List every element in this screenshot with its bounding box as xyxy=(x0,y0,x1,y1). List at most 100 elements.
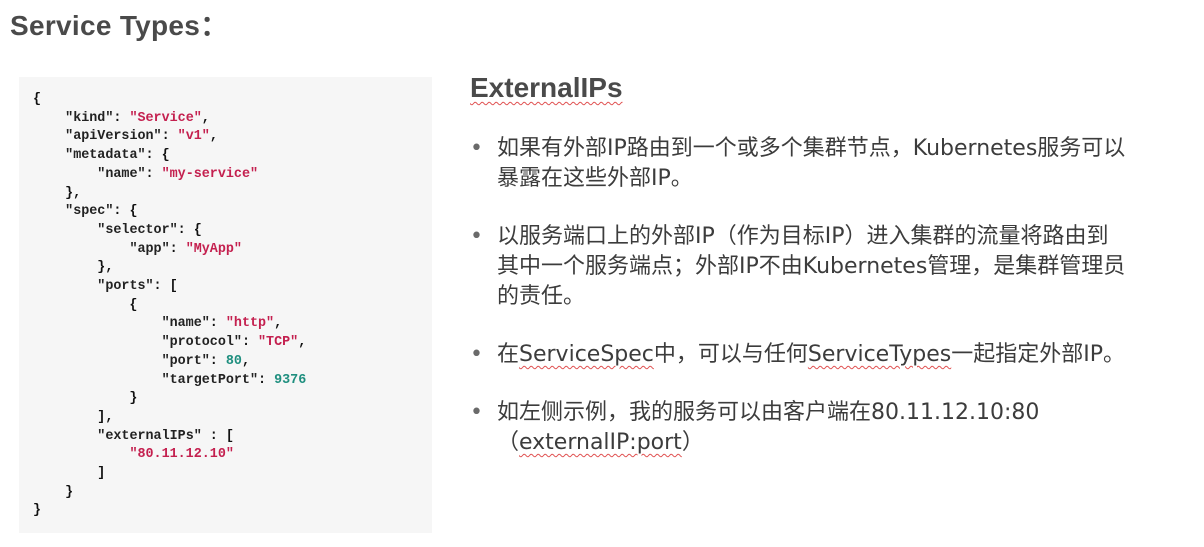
code-token: "my-service" xyxy=(161,166,259,182)
code-line: "app": "MyApp" xyxy=(33,241,306,260)
bullet-text-line: 以服务端口上的外部IP（作为目标IP）进入集群的流量将路由到 xyxy=(497,224,1109,249)
bullet-item: • 以服务端口上的外部IP（作为目标IP）进入集群的流量将路由到 其中一个服务端点；… xyxy=(470,222,1190,312)
code-token: : xyxy=(161,129,178,145)
code-token: } xyxy=(33,391,138,407)
code-token: "name" xyxy=(161,316,210,332)
code-token: { xyxy=(33,92,42,107)
code-line: ], xyxy=(33,409,306,428)
bullet-text-line: 如左侧示例，我的服务可以由客户端在80.11.12.10:80 xyxy=(497,400,1040,425)
code-token: : { xyxy=(177,222,202,238)
code-token: "ports" xyxy=(97,279,154,295)
code-token: : xyxy=(241,335,259,351)
json-code-block: { "kind": "Service", "apiVersion": "v1",… xyxy=(33,91,306,521)
code-line: } xyxy=(33,502,306,521)
code-token: "http" xyxy=(225,316,275,332)
code-token: , xyxy=(209,129,218,145)
code-token: }, xyxy=(33,260,114,276)
code-line: "name": "http", xyxy=(33,315,306,334)
bullet-item: • 如果有外部IP路由到一个或多个集群节点，Kubernetes服务可以 暴露在这些… xyxy=(470,134,1190,194)
code-token: "MyApp" xyxy=(185,241,242,257)
code-token: "metadata" xyxy=(65,148,146,164)
code-line: "apiVersion": "v1", xyxy=(33,128,306,147)
bullet-dot-icon: • xyxy=(470,224,483,249)
code-token: , xyxy=(274,316,283,332)
code-token: "protocol" xyxy=(161,335,242,351)
code-token: "Service" xyxy=(129,110,202,126)
code-token: "80.11.12.10" xyxy=(129,447,234,463)
code-token: "apiVersion" xyxy=(65,129,162,145)
slide-title: Service Types： xyxy=(10,10,229,41)
bullet-dot-icon: • xyxy=(470,136,483,161)
code-line: "name": "my-service" xyxy=(33,166,306,185)
bullet-dot-icon: • xyxy=(470,342,483,367)
code-line: "selector": { xyxy=(33,222,306,241)
code-token: ], xyxy=(33,409,114,425)
code-line: "kind": "Service", xyxy=(33,110,306,129)
code-token: : xyxy=(209,353,226,369)
bullet-text-line: 暴露在这些外部IP。 xyxy=(497,166,693,191)
bullet-item: • 在ServiceSpec中，可以与任何ServiceTypes一起指定外部IP… xyxy=(470,340,1190,370)
code-line: "80.11.12.10" xyxy=(33,446,306,465)
code-token: : [ xyxy=(153,279,178,295)
code-token: } xyxy=(33,503,42,519)
code-token: , xyxy=(298,335,307,351)
section-heading: ExternalIPs xyxy=(470,72,623,103)
code-token: "externalIPs" xyxy=(97,428,202,444)
code-token: "port" xyxy=(161,353,210,369)
code-line: "ports": [ xyxy=(33,278,306,297)
bullet-text-line: 其中一个服务端点；外部IP不由Kubernetes管理，是集群管理员 xyxy=(497,254,1126,279)
code-line: "targetPort": 9376 xyxy=(33,372,307,391)
bullet-dot-icon: • xyxy=(470,400,483,425)
code-token: : [ xyxy=(201,428,234,444)
code-token: }, xyxy=(33,185,82,201)
code-token: : { xyxy=(113,204,138,220)
code-line: } xyxy=(33,390,306,409)
bullet-text-line: （externalIP:port） xyxy=(497,430,704,455)
code-token: } xyxy=(33,484,74,500)
code-token: "targetPort" xyxy=(161,372,259,388)
code-line: } xyxy=(33,484,306,503)
code-token: "spec" xyxy=(65,204,114,220)
code-line: "port": 80, xyxy=(33,353,306,372)
code-token: "selector" xyxy=(97,222,178,238)
bullet-text-line: 在ServiceSpec中，可以与任何ServiceTypes一起指定外部IP。 xyxy=(497,342,1125,367)
code-line: ] xyxy=(33,465,306,484)
code-line: { xyxy=(33,91,306,110)
bullet-text-line: 的责任。 xyxy=(497,284,586,309)
code-token: "v1" xyxy=(177,129,210,145)
bullet-text-line: 如果有外部IP路由到一个或多个集群节点，Kubernetes服务可以 xyxy=(497,136,1126,161)
code-line: "spec": { xyxy=(33,203,306,222)
code-token: 9376 xyxy=(274,372,307,388)
code-line: }, xyxy=(33,185,306,204)
code-token: 80 xyxy=(225,353,242,369)
code-token: : xyxy=(209,316,226,332)
code-token: : xyxy=(258,372,275,388)
code-line: }, xyxy=(33,259,306,278)
bullet-list: • 如果有外部IP路由到一个或多个集群节点，Kubernetes服务可以 暴露在这些… xyxy=(470,134,1190,486)
code-token: : xyxy=(113,110,130,126)
code-token: "TCP" xyxy=(258,335,299,351)
code-line: "externalIPs" : [ xyxy=(33,428,306,447)
bullet-item: • 如左侧示例，我的服务可以由客户端在80.11.12.10:80 （externa… xyxy=(470,398,1190,458)
code-token: : xyxy=(169,241,186,257)
code-token: , xyxy=(241,353,250,369)
code-example-box: { "kind": "Service", "apiVersion": "v1",… xyxy=(19,77,432,533)
code-token: , xyxy=(201,110,210,126)
code-token: : { xyxy=(145,148,170,164)
code-token: : xyxy=(145,166,162,182)
code-line: { xyxy=(33,297,306,316)
code-line: "metadata": { xyxy=(33,147,306,166)
code-line: "protocol": "TCP", xyxy=(33,334,307,353)
